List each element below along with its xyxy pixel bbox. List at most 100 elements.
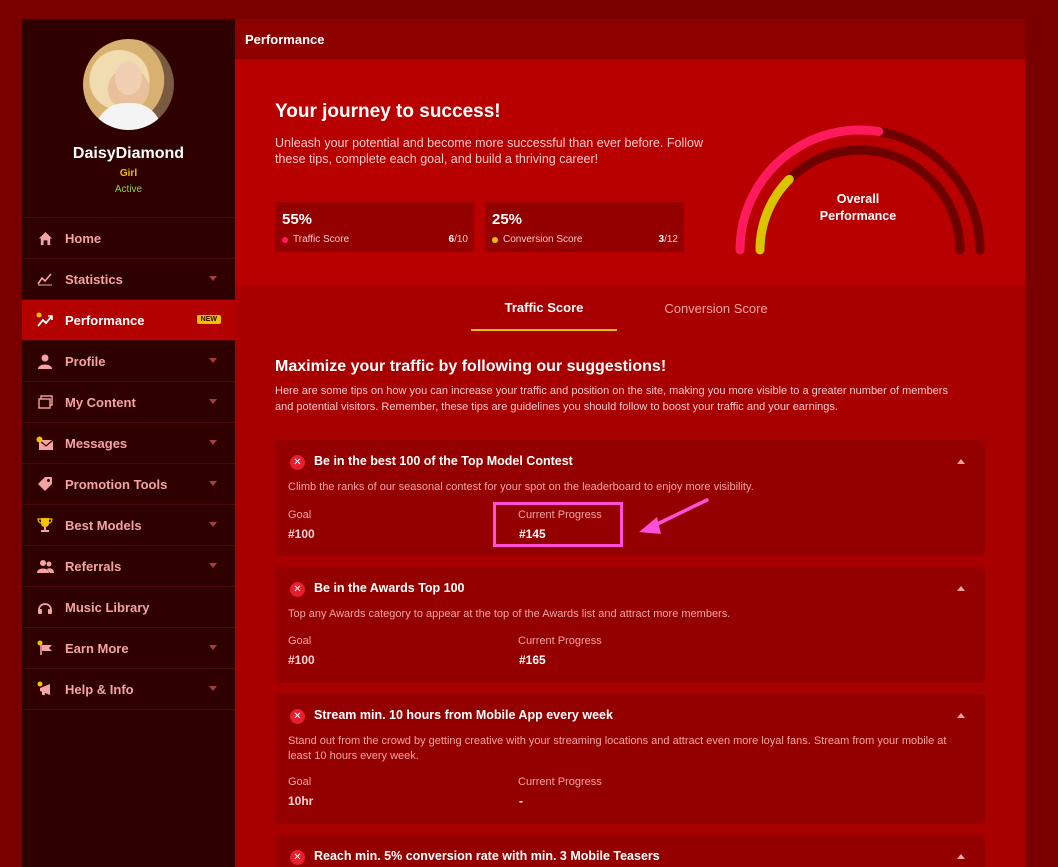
user-icon <box>36 352 54 370</box>
gauge-label: Overall Performance <box>800 191 916 225</box>
task-goal-value: #100 <box>288 653 315 667</box>
chevron-down-icon <box>209 481 217 486</box>
sidebar-item-earn-more[interactable]: Earn More <box>22 628 235 669</box>
sidebar-item-help-info[interactable]: Help & Info <box>22 669 235 710</box>
incomplete-x-icon: ✕ <box>290 455 305 470</box>
hero-section: Your journey to success! Unleash your po… <box>235 59 1025 285</box>
sidebar-item-performance[interactable]: Performance NEW <box>22 300 235 341</box>
sidebar-item-my-content[interactable]: My Content <box>22 382 235 423</box>
sidebar-item-label: Referrals <box>65 558 122 574</box>
hero-description: Unleash your potential and become more s… <box>275 136 704 166</box>
annotation-arrow-icon <box>639 498 709 534</box>
tag-icon <box>36 475 54 493</box>
home-icon <box>36 229 54 247</box>
task-progress-value: - <box>519 794 523 808</box>
sidebar-item-label: Statistics <box>65 271 123 287</box>
task-title: Reach min. 5% conversion rate with min. … <box>314 849 660 863</box>
chevron-up-icon[interactable] <box>957 713 965 718</box>
flag-icon <box>36 639 54 657</box>
users-icon <box>36 557 54 575</box>
chevron-up-icon[interactable] <box>957 586 965 591</box>
sidebar-item-label: Promotion Tools <box>65 476 168 492</box>
hero-title: Your journey to success! <box>275 101 501 122</box>
score-tabs: Traffic Score Conversion Score <box>235 285 1025 331</box>
conversion-dot-icon <box>492 236 498 243</box>
sidebar-item-label: Performance <box>65 312 145 328</box>
task-title: Be in the Awards Top 100 <box>314 581 465 595</box>
sidebar-item-promotion-tools[interactable]: Promotion Tools <box>22 464 235 505</box>
avatar-face <box>115 61 142 95</box>
sidebar-item-profile[interactable]: Profile <box>22 341 235 382</box>
sidebar-item-label: My Content <box>65 394 136 410</box>
content-icon <box>36 393 54 411</box>
chevron-up-icon[interactable] <box>957 854 965 859</box>
overall-performance-gauge <box>735 125 985 255</box>
tab-traffic-score[interactable]: Traffic Score <box>471 285 617 331</box>
incomplete-x-icon: ✕ <box>290 850 305 865</box>
task-progress-value: #165 <box>519 653 546 667</box>
page-header: Performance <box>235 19 1025 59</box>
conversion-score-card: 25% Conversion Score 3/12 <box>485 202 684 252</box>
task-goal-label: Goal <box>288 635 312 647</box>
chevron-down-icon <box>209 276 217 281</box>
progress-highlight-box <box>493 502 623 547</box>
performance-icon <box>36 311 54 329</box>
section-title: Maximize your traffic by following our s… <box>275 358 667 375</box>
sidebar-item-label: Music Library <box>65 599 150 615</box>
task-goal-value: 10hr <box>288 794 314 808</box>
trophy-icon <box>36 516 54 534</box>
task-card[interactable]: ✕ Stream min. 10 hours from Mobile App e… <box>275 694 985 824</box>
conversion-score-fraction: 3/12 <box>659 234 678 245</box>
sidebar-item-label: Best Models <box>65 517 142 533</box>
user-type: Girl <box>119 168 138 179</box>
user-status: Active <box>114 184 143 195</box>
sidebar-item-home[interactable]: Home <box>22 218 235 259</box>
task-description: Top any Awards category to appear at the… <box>288 608 731 620</box>
avatar[interactable] <box>83 39 174 130</box>
gauge-label-line2: Performance <box>819 209 897 223</box>
profile-card: DaisyDiamond Girl Active <box>22 19 235 218</box>
traffic-score-card: 55% Traffic Score 6/10 <box>275 202 474 252</box>
task-description: Climb the ranks of our seasonal contest … <box>288 481 754 493</box>
chart-line-icon <box>36 270 54 288</box>
task-progress-label: Current Progress <box>518 635 602 647</box>
task-goal-label: Goal <box>288 776 312 788</box>
chevron-up-icon[interactable] <box>957 459 965 464</box>
task-title: Be in the best 100 of the Top Model Cont… <box>314 454 573 468</box>
username: DaisyDiamond <box>72 145 185 162</box>
task-card[interactable]: ✕ Be in the best 100 of the Top Model Co… <box>275 440 985 556</box>
task-card[interactable]: ✕ Reach min. 5% conversion rate with min… <box>275 835 985 867</box>
traffic-score-fraction: 6/10 <box>449 234 468 245</box>
task-goal-value: #100 <box>288 527 315 541</box>
sidebar-item-messages[interactable]: Messages <box>22 423 235 464</box>
task-description: Stand out from the crowd by getting crea… <box>288 735 947 762</box>
sidebar-item-best-models[interactable]: Best Models <box>22 505 235 546</box>
sidebar-item-label: Help & Info <box>65 681 134 697</box>
incomplete-x-icon: ✕ <box>290 709 305 724</box>
traffic-dot-icon <box>282 236 288 243</box>
avatar-shirt <box>95 103 162 130</box>
sidebar-item-label: Earn More <box>65 640 129 656</box>
page-title: Performance <box>245 31 325 47</box>
chevron-down-icon <box>209 440 217 445</box>
traffic-score-percent: 55% <box>282 211 313 228</box>
chevron-down-icon <box>209 522 217 527</box>
chevron-down-icon <box>209 563 217 568</box>
incomplete-x-icon: ✕ <box>290 582 305 597</box>
sidebar-item-label: Home <box>65 230 102 246</box>
section-description: Here are some tips on how you can increa… <box>275 385 948 413</box>
gauge-label-line1: Overall <box>836 192 880 206</box>
task-title: Stream min. 10 hours from Mobile App eve… <box>314 708 613 722</box>
sidebar-item-music-library[interactable]: Music Library <box>22 587 235 628</box>
headphones-icon <box>36 598 54 616</box>
chevron-down-icon <box>209 645 217 650</box>
tab-conversion-score[interactable]: Conversion Score <box>643 285 789 331</box>
task-card[interactable]: ✕ Be in the Awards Top 100 Top any Award… <box>275 567 985 683</box>
main-panel: Performance Your journey to success! Unl… <box>235 19 1025 867</box>
sidebar-item-label: Messages <box>65 435 128 451</box>
new-badge: NEW <box>196 315 221 324</box>
sidebar-item-referrals[interactable]: Referrals <box>22 546 235 587</box>
sidebar-item-statistics[interactable]: Statistics <box>22 259 235 300</box>
sidebar: DaisyDiamond Girl Active Home Statistics… <box>22 19 235 867</box>
task-goal-label: Goal <box>288 509 312 521</box>
